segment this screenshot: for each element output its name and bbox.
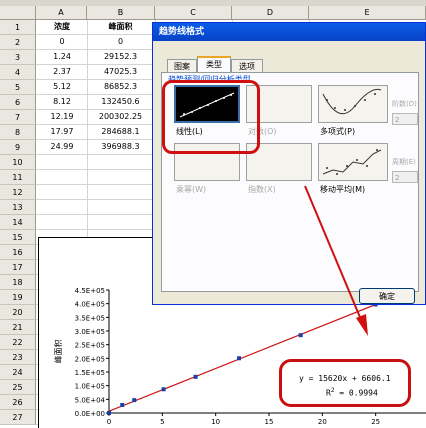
spreadsheet: ABCDE 1 2 3 4 5 6 7 8 9 10 11 12 13 14 15 16 17 18 19 20 21 2… [0,0,426,428]
trendline-equation-box[interactable]: y = 15620x + 6606.1 R2 = 0.9994 [279,359,411,407]
trendline-equation: y = 15620x + 6606.1 [299,374,391,383]
r-squared-value: R2 = 0.9994 [326,387,378,398]
